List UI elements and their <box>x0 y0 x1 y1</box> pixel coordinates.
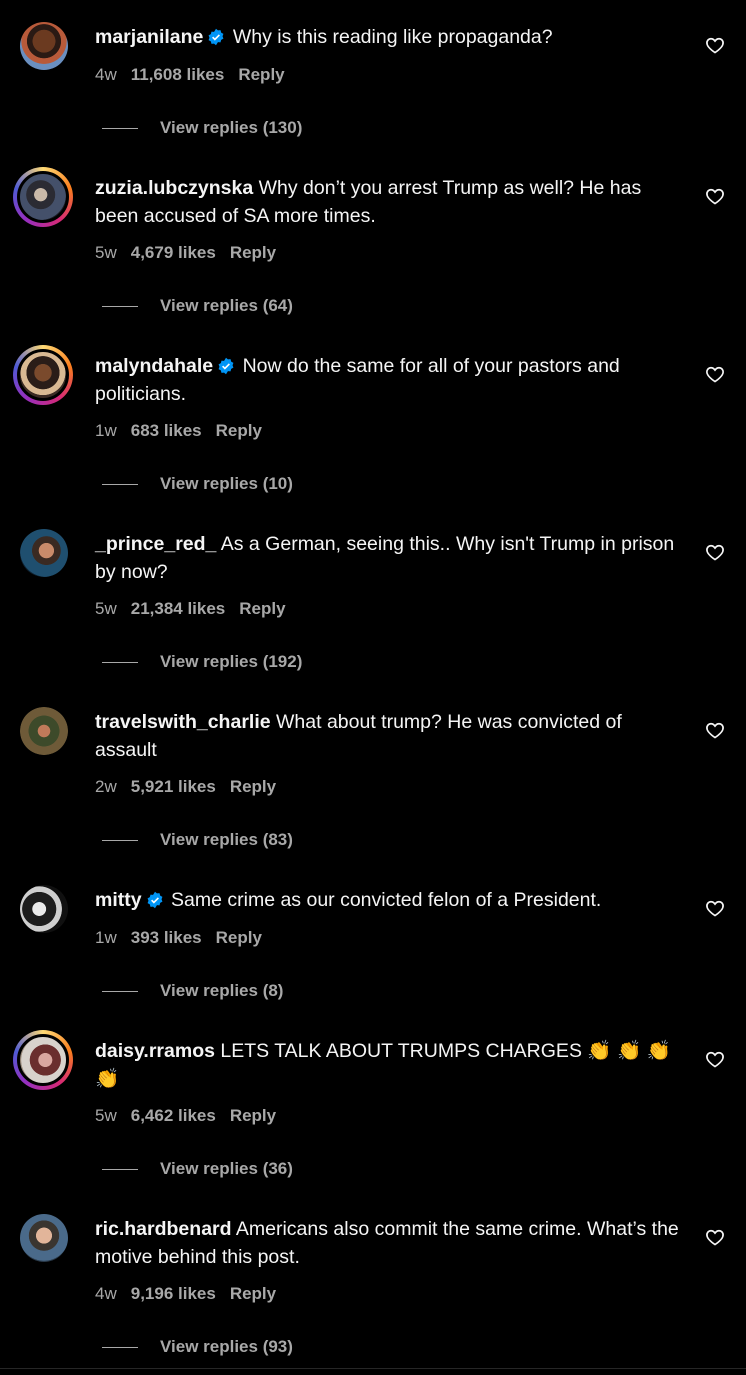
view-replies-label: View replies (130) <box>160 118 303 137</box>
avatar[interactable] <box>20 707 68 755</box>
avatar-story-ring[interactable] <box>13 1030 73 1090</box>
avatar-story-ring[interactable] <box>13 345 73 405</box>
avatar-story-ring[interactable] <box>13 167 73 227</box>
comment-age: 2w <box>95 777 117 796</box>
view-replies-button[interactable]: View replies (93) <box>102 1337 293 1357</box>
view-replies-label: View replies (83) <box>160 830 293 849</box>
comment-likes[interactable]: 683 likes <box>131 421 202 440</box>
heart-outline-icon[interactable] <box>705 186 725 206</box>
heart-outline-icon[interactable] <box>705 1227 725 1247</box>
divider <box>0 1368 746 1369</box>
comment-meta: 4w 11,608 likes Reply <box>95 65 299 85</box>
comment-likes[interactable]: 6,462 likes <box>131 1106 216 1125</box>
comment-age: 5w <box>95 1106 117 1125</box>
comment-age: 4w <box>95 1284 117 1303</box>
view-replies-label: View replies (192) <box>160 652 303 671</box>
comment-username[interactable]: _prince_red_ <box>95 533 216 555</box>
comment-username[interactable]: travelswith_charlie <box>95 711 271 733</box>
comment-age: 5w <box>95 599 117 618</box>
comment-username[interactable]: ric.hardbenard <box>95 1218 232 1240</box>
view-replies-button[interactable]: View replies (64) <box>102 296 293 316</box>
reply-button[interactable]: Reply <box>216 421 262 440</box>
reply-button[interactable]: Reply <box>230 1284 276 1303</box>
comment-body: mitty Same crime as our convicted felon … <box>95 886 685 914</box>
comment-username[interactable]: malyndahale <box>95 355 213 377</box>
comment-username[interactable]: zuzia.lubczynska <box>95 177 253 199</box>
view-replies-button[interactable]: View replies (83) <box>102 830 293 850</box>
reply-button[interactable]: Reply <box>238 65 284 84</box>
comment-meta: 4w 9,196 likes Reply <box>95 1284 290 1304</box>
view-replies-label: View replies (8) <box>160 981 284 1000</box>
avatar[interactable] <box>20 885 68 933</box>
heart-outline-icon[interactable] <box>705 364 725 384</box>
comment-meta: 1w 393 likes Reply <box>95 928 276 948</box>
comment-age: 4w <box>95 65 117 84</box>
divider <box>102 1347 138 1349</box>
comment-body: zuzia.lubczynska Why don’t you arrest Tr… <box>95 174 685 230</box>
divider <box>102 306 138 308</box>
comment-meta: 5w 6,462 likes Reply <box>95 1106 290 1126</box>
view-replies-label: View replies (64) <box>160 296 293 315</box>
divider <box>102 991 138 993</box>
avatar[interactable] <box>20 529 68 577</box>
divider <box>102 1169 138 1171</box>
comment-age: 1w <box>95 421 117 440</box>
divider <box>102 840 138 842</box>
comment-text: Same crime as our convicted felon of a P… <box>171 889 602 911</box>
reply-button[interactable]: Reply <box>239 599 285 618</box>
view-replies-button[interactable]: View replies (36) <box>102 1159 293 1179</box>
view-replies-button[interactable]: View replies (8) <box>102 981 283 1001</box>
avatar[interactable] <box>20 1214 68 1262</box>
comment-username[interactable]: marjanilane <box>95 26 203 48</box>
reply-button[interactable]: Reply <box>230 243 276 262</box>
comment-likes[interactable]: 5,921 likes <box>131 777 216 796</box>
comment-body: daisy.rramos LETS TALK ABOUT TRUMPS CHAR… <box>95 1037 685 1093</box>
comment-meta: 5w 21,384 likes Reply <box>95 599 300 619</box>
heart-outline-icon[interactable] <box>705 898 725 918</box>
view-replies-button[interactable]: View replies (192) <box>102 652 302 672</box>
view-replies-button[interactable]: View replies (10) <box>102 474 293 494</box>
avatar[interactable] <box>20 22 68 70</box>
comment-meta: 1w 683 likes Reply <box>95 421 276 441</box>
reply-button[interactable]: Reply <box>230 777 276 796</box>
reply-button[interactable]: Reply <box>230 1106 276 1125</box>
comment-age: 5w <box>95 243 117 262</box>
comment-text: Why is this reading like propaganda? <box>232 26 553 48</box>
comment-meta: 5w 4,679 likes Reply <box>95 243 290 263</box>
divider <box>102 662 138 664</box>
comment-username[interactable]: daisy.rramos <box>95 1040 215 1062</box>
divider <box>102 128 138 130</box>
comment-body: _prince_red_ As a German, seeing this.. … <box>95 530 685 586</box>
comment-username[interactable]: mitty <box>95 889 142 911</box>
heart-outline-icon[interactable] <box>705 35 725 55</box>
view-replies-label: View replies (93) <box>160 1337 293 1356</box>
comment-likes[interactable]: 11,608 likes <box>131 65 225 84</box>
divider <box>102 484 138 486</box>
comment-likes[interactable]: 21,384 likes <box>131 599 226 618</box>
comment-body: travelswith_charlie What about trump? He… <box>95 708 685 764</box>
heart-outline-icon[interactable] <box>705 1049 725 1069</box>
reply-button[interactable]: Reply <box>216 928 262 947</box>
heart-outline-icon[interactable] <box>705 720 725 740</box>
comment-likes[interactable]: 393 likes <box>131 928 202 947</box>
comment-likes[interactable]: 9,196 likes <box>131 1284 216 1303</box>
view-replies-button[interactable]: View replies (130) <box>102 118 302 138</box>
verified-badge-icon <box>218 357 234 375</box>
verified-badge-icon <box>208 28 224 46</box>
comment-meta: 2w 5,921 likes Reply <box>95 777 290 797</box>
comment-likes[interactable]: 4,679 likes <box>131 243 216 262</box>
verified-badge-icon <box>147 891 163 909</box>
comment-body: malyndahale Now do the same for all of y… <box>95 352 685 408</box>
heart-outline-icon[interactable] <box>705 542 725 562</box>
comment-body: marjanilane Why is this reading like pro… <box>95 23 685 51</box>
comment-age: 1w <box>95 928 117 947</box>
view-replies-label: View replies (10) <box>160 474 293 493</box>
view-replies-label: View replies (36) <box>160 1159 293 1178</box>
comment-body: ric.hardbenard Americans also commit the… <box>95 1215 685 1271</box>
